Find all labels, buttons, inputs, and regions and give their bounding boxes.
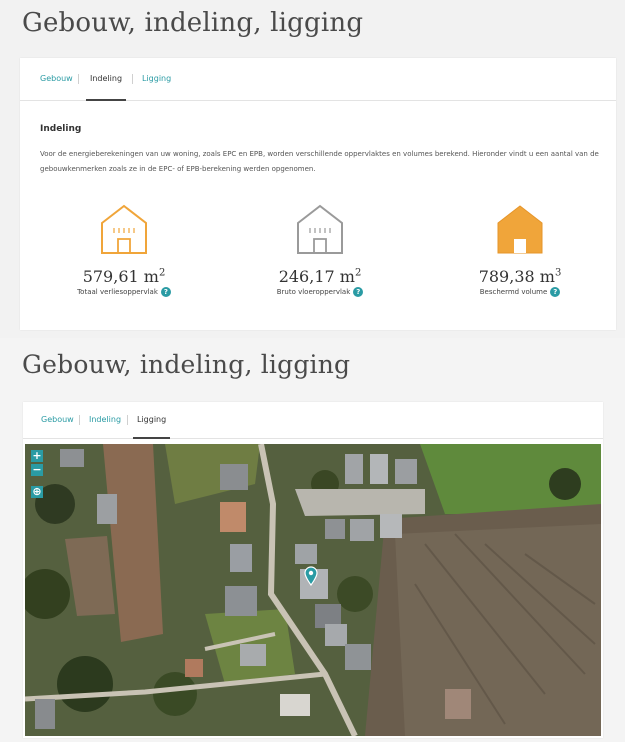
- help-icon[interactable]: ?: [550, 287, 561, 297]
- tab-divider: [79, 415, 80, 425]
- tab-indeling[interactable]: Indeling: [85, 402, 125, 438]
- zoom-out-button[interactable]: −: [31, 464, 43, 476]
- tab-bar: Gebouw Indeling Ligging: [23, 402, 603, 439]
- section-heading: Indeling: [40, 124, 82, 134]
- location-pin-icon[interactable]: [304, 566, 318, 586]
- house-outline-orange-icon: [101, 204, 147, 254]
- metric-label: Beschermd volume?: [445, 287, 595, 297]
- metric-value: 246,17 m2: [278, 267, 362, 286]
- page-title: Gebouw, indeling, ligging: [22, 8, 364, 38]
- indeling-card: Gebouw Indeling Ligging Indeling Voor de…: [20, 58, 616, 330]
- locate-button[interactable]: ⊕: [31, 486, 43, 498]
- aerial-photo: [25, 444, 601, 736]
- zoom-in-button[interactable]: +: [31, 450, 43, 462]
- tab-gebouw[interactable]: Gebouw: [36, 58, 77, 100]
- metric-label: Bruto vloeroppervlak?: [245, 287, 395, 297]
- indeling-section: Gebouw, indeling, ligging Gebouw Indelin…: [0, 0, 625, 338]
- ligging-section: Gebouw, indeling, ligging Gebouw Indelin…: [0, 338, 625, 742]
- help-icon[interactable]: ?: [160, 287, 171, 297]
- page-title: Gebouw, indeling, ligging: [22, 350, 351, 379]
- section-description: Voor de energieberekeningen van uw wonin…: [40, 150, 599, 173]
- metric-beschermd-volume: 789,38 m3 Beschermd volume?: [445, 203, 595, 297]
- metric-vloeroppervlak: 246,17 m2 Bruto vloeroppervlak?: [245, 203, 395, 297]
- metric-label: Totaal verliesoppervlak?: [49, 287, 199, 297]
- help-icon[interactable]: ?: [353, 287, 364, 297]
- tab-indeling[interactable]: Indeling: [86, 58, 127, 101]
- metric-value: 789,38 m3: [478, 267, 562, 286]
- house-filled-orange-icon: [497, 205, 543, 254]
- tab-ligging[interactable]: Ligging: [133, 402, 171, 439]
- aerial-map[interactable]: + − ⊕: [25, 444, 601, 736]
- tab-gebouw[interactable]: Gebouw: [37, 402, 78, 438]
- ligging-card: Gebouw Indeling Ligging + − ⊕: [23, 402, 603, 738]
- tab-divider: [132, 74, 133, 84]
- tab-bar: Gebouw Indeling Ligging: [20, 58, 616, 101]
- tab-ligging[interactable]: Ligging: [138, 58, 175, 100]
- metric-verliesoppervlak: 579,61 m2 Totaal verliesoppervlak?: [49, 203, 199, 297]
- metric-value: 579,61 m2: [82, 267, 166, 286]
- tab-divider: [127, 415, 128, 425]
- house-outline-gray-icon: [297, 204, 343, 254]
- tab-divider: [78, 74, 79, 84]
